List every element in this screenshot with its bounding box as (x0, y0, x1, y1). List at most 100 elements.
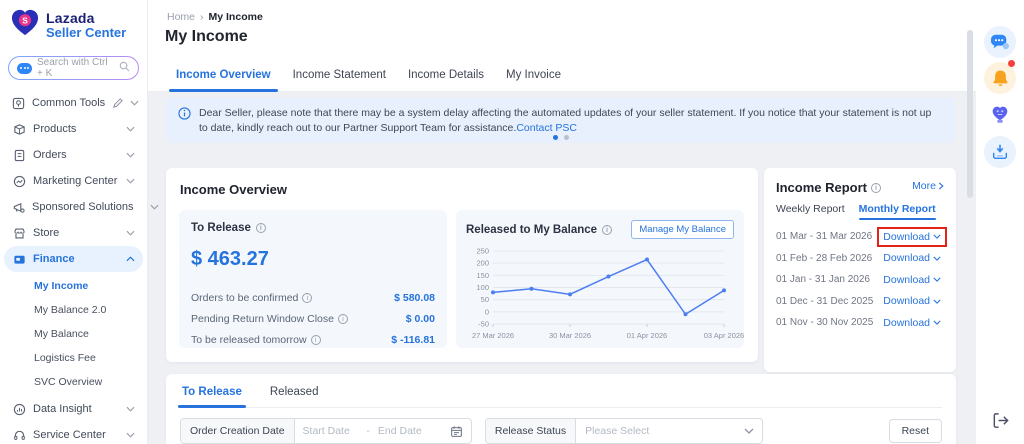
search-icon (119, 59, 130, 77)
release-status-select[interactable]: Please Select (576, 419, 736, 443)
edit-icon[interactable] (112, 97, 123, 109)
info-icon[interactable]: i (310, 334, 321, 345)
income-tabs: Income Overview Income Statement Income … (148, 60, 976, 92)
sidebar-item-service-center[interactable]: Service Center (4, 422, 143, 444)
release-list-card: To Release Released Order Creation Date … (166, 374, 956, 444)
carousel-dot-1[interactable] (552, 135, 558, 140)
sidebar-item-marketing-center[interactable]: Marketing Center (4, 168, 143, 194)
banner-carousel-dots (166, 135, 955, 140)
sidebar-item-orders[interactable]: Orders (4, 142, 143, 168)
report-period: 01 Mar - 31 Mar 2026 (776, 231, 873, 243)
download-center-icon[interactable] (984, 136, 1016, 168)
breadcrumb-home[interactable]: Home (167, 11, 195, 23)
download-button[interactable]: Download (880, 251, 944, 265)
sidebar: S Lazada Seller Center Search with Ctrl … (0, 0, 159, 444)
report-row: 01 Jan - 31 Jan 2026 Download (776, 269, 944, 291)
tab-to-release[interactable]: To Release (178, 384, 246, 408)
row-value: $ -116.81 (391, 333, 435, 346)
chat-icon[interactable] (984, 26, 1016, 58)
calendar-icon[interactable] (442, 419, 471, 443)
chevron-down-icon (933, 299, 941, 304)
svg-text:0: 0 (485, 307, 489, 316)
tab-monthly-report[interactable]: Monthly Report (858, 203, 936, 220)
svg-text:150: 150 (476, 271, 489, 280)
sidebar-item-data-insight[interactable]: Data Insight (4, 396, 143, 422)
release-tabs: To Release Released (178, 374, 942, 408)
more-link[interactable]: More (912, 180, 944, 192)
chevron-down-icon (126, 230, 135, 236)
sidebar-item-logistics-fee[interactable]: Logistics Fee (4, 346, 143, 370)
download-button[interactable]: Download (880, 230, 944, 244)
release-status-label: Release Status (485, 419, 577, 443)
sidebar-item-my-balance-2[interactable]: My Balance 2.0 (4, 298, 143, 322)
tab-income-statement[interactable]: Income Statement (282, 60, 397, 91)
start-date-input[interactable] (294, 419, 367, 443)
sidebar-item-products[interactable]: Products (4, 116, 143, 142)
sidebar-item-my-balance[interactable]: My Balance (4, 322, 143, 346)
sidebar-nav: Common Tools Products Orders Marketing C… (0, 90, 159, 444)
sidebar-item-svc-overview[interactable]: SVC Overview (4, 370, 143, 394)
finance-submenu: My Income My Balance 2.0 My Balance Logi… (4, 272, 143, 396)
global-search-input[interactable]: Search with Ctrl + K (8, 56, 139, 80)
end-date-input[interactable] (369, 419, 442, 443)
sidebar-item-my-income[interactable]: My Income (4, 274, 143, 298)
income-overview-title: Income Overview (180, 182, 287, 197)
to-release-panel: To Release i $ 463.27 Orders to be confi… (179, 210, 447, 348)
report-period: 01 Nov - 30 Nov 2025 (776, 317, 874, 329)
chevron-up-icon (126, 256, 135, 262)
download-button[interactable]: Download (880, 273, 944, 287)
to-release-row: Pending Return Window Close i $ 0.00 (191, 308, 435, 329)
order-creation-date-filter: Order Creation Date - (180, 418, 472, 444)
contact-psc-link[interactable]: Contact PSC (516, 122, 577, 134)
sidebar-item-label: Finance (33, 253, 75, 265)
report-rows: 01 Mar - 31 Mar 2026 Download 01 Feb - 2… (776, 226, 947, 334)
row-value: $ 0.00 (405, 312, 435, 325)
tab-income-details[interactable]: Income Details (397, 60, 495, 91)
sidebar-item-label: Sponsored Solutions (32, 201, 134, 213)
info-icon[interactable]: i (871, 182, 882, 193)
chevron-down-icon (126, 406, 135, 412)
toolbox-icon (12, 96, 25, 110)
carousel-dot-2[interactable] (563, 135, 569, 140)
brand-logo[interactable]: S Lazada Seller Center (0, 0, 147, 48)
brand-name: Lazada Seller Center (46, 11, 126, 39)
reset-button[interactable]: Reset (888, 419, 942, 443)
report-row: 01 Dec - 31 Dec 2025 Download (776, 291, 944, 313)
tab-my-invoice[interactable]: My Invoice (495, 60, 572, 91)
page-title: My Income (165, 28, 248, 45)
info-icon[interactable]: i (255, 223, 266, 233)
download-button[interactable]: Download (880, 316, 944, 330)
chevron-down-icon (150, 204, 159, 210)
sidebar-item-sponsored-solutions[interactable]: Sponsored Solutions (4, 194, 159, 220)
released-title: Released to My Balance (466, 223, 598, 236)
report-period: 01 Jan - 31 Jan 2026 (776, 274, 870, 286)
chevron-down-icon[interactable] (736, 419, 762, 443)
manage-my-balance-button[interactable]: Manage My Balance (631, 220, 734, 239)
chevron-down-icon (933, 234, 941, 240)
sidebar-item-finance[interactable]: Finance (4, 246, 143, 272)
release-status-filter: Release Status Please Select (484, 418, 764, 444)
report-tabs: Weekly Report Monthly Report (776, 203, 944, 220)
scrollbar[interactable] (967, 30, 973, 198)
logout-icon[interactable] (984, 404, 1016, 436)
assistant-mascot-icon[interactable] (984, 98, 1016, 130)
info-icon[interactable]: i (338, 313, 348, 324)
svg-text:200: 200 (476, 259, 489, 268)
info-icon[interactable]: i (602, 224, 613, 235)
info-icon[interactable]: i (302, 292, 313, 303)
system-notice-banner: Dear Seller, please note that there may … (166, 98, 955, 143)
sidebar-item-store[interactable]: Store (4, 220, 143, 246)
tab-released[interactable]: Released (268, 384, 321, 407)
chevron-down-icon (126, 152, 135, 158)
sidebar-item-common-tools[interactable]: Common Tools (4, 90, 143, 116)
tab-income-overview[interactable]: Income Overview (165, 60, 282, 92)
chevron-down-icon (933, 277, 941, 283)
download-button[interactable]: Download (880, 294, 944, 308)
tab-weekly-report[interactable]: Weekly Report (776, 203, 845, 220)
to-release-row: Orders to be confirmed i $ 580.08 (191, 287, 435, 308)
income-report-title: Income Report (776, 180, 868, 195)
sidebar-item-label: Service Center (33, 429, 106, 441)
notification-bell-icon[interactable] (984, 60, 1016, 94)
floating-toolbar (976, 0, 1024, 444)
sidebar-item-label: Marketing Center (33, 175, 118, 187)
